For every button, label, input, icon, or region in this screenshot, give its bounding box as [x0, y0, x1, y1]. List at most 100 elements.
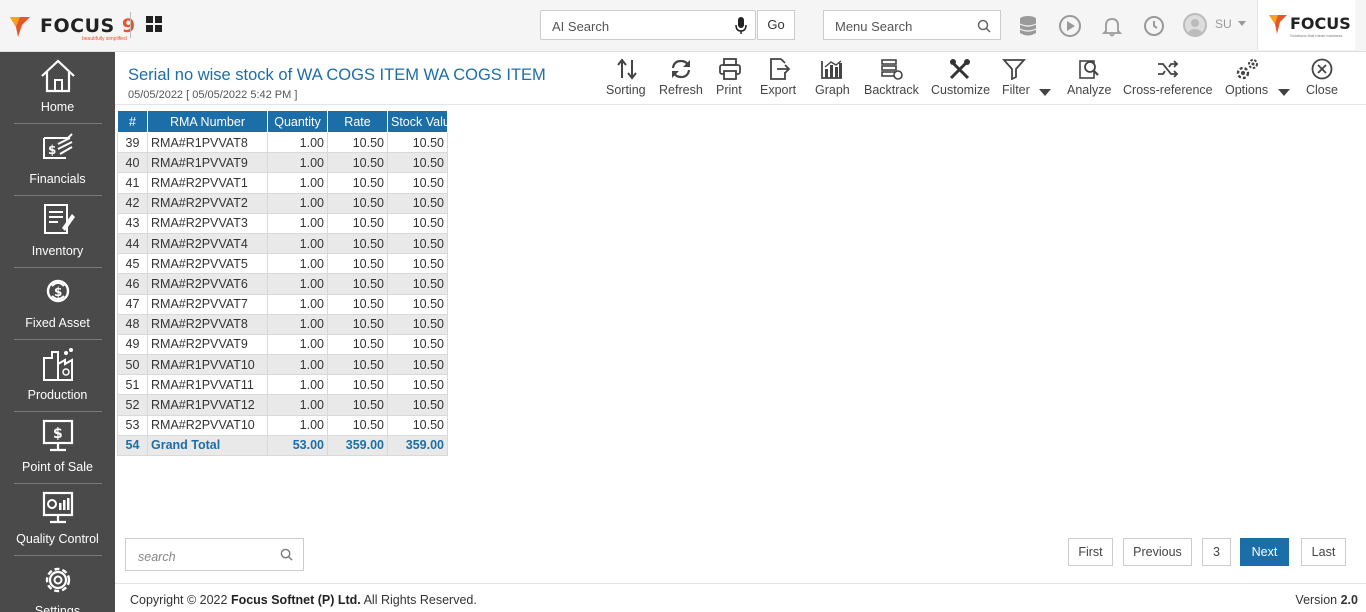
sidebar-item-inventory[interactable]: Inventory: [14, 196, 102, 268]
table-row[interactable]: 50 RMA#R1PVVAT10 1.00 10.50 10.50: [117, 354, 448, 376]
rma-number-cell: RMA#R2PVVAT9: [147, 333, 268, 356]
company-logo-text: FOCUS: [1290, 14, 1351, 33]
microphone-icon[interactable]: [735, 17, 747, 35]
row-index: 50: [117, 354, 148, 376]
user-initials[interactable]: SU: [1215, 17, 1232, 31]
row-index: 52: [117, 394, 148, 416]
row-index: 51: [117, 374, 148, 396]
sidebar-item-home[interactable]: Home: [14, 52, 102, 124]
total-stock-value-cell: 359.00: [387, 434, 448, 457]
sidebar-item-label: Financials: [29, 172, 86, 186]
table-row[interactable]: 42 RMA#R2PVVAT2 1.00 10.50 10.50: [117, 192, 448, 214]
row-index: 41: [117, 172, 148, 194]
menu-search-input[interactable]: Menu Search: [823, 10, 1001, 40]
export-button[interactable]: Export: [758, 56, 802, 100]
menu-search-placeholder: Menu Search: [835, 19, 913, 34]
sidebar-item-production[interactable]: Production: [14, 340, 102, 412]
table-row[interactable]: 46 RMA#R2PVVAT6 1.00 10.50 10.50: [117, 273, 448, 295]
table-row[interactable]: 48 RMA#R2PVVAT8 1.00 10.50 10.50: [117, 313, 448, 335]
column-header-rate[interactable]: Rate: [327, 110, 388, 133]
user-avatar[interactable]: [1183, 13, 1207, 37]
search-icon[interactable]: [280, 548, 293, 561]
main-content: Serial no wise stock of WA COGS ITEM WA …: [115, 52, 1366, 612]
ai-search-input[interactable]: AI Search: [540, 10, 756, 40]
chevron-down-icon[interactable]: [1238, 21, 1246, 26]
search-icon[interactable]: [977, 19, 991, 33]
column-header-rma-number[interactable]: RMA Number: [147, 110, 268, 133]
table-row[interactable]: 47 RMA#R2PVVAT7 1.00 10.50 10.50: [117, 293, 448, 315]
rma-number-cell: RMA#R2PVVAT2: [147, 192, 268, 214]
sidebar-item-financials[interactable]: $ Financials: [14, 124, 102, 196]
table-row[interactable]: 53 RMA#R2PVVAT10 1.00 10.50 10.50: [117, 414, 448, 436]
grand-total-row: 54 Grand Total 53.00 359.00 359.00: [117, 434, 448, 457]
notification-bell-icon[interactable]: [1099, 13, 1125, 39]
first-page-button[interactable]: First: [1068, 538, 1113, 566]
svg-text:$: $: [53, 426, 63, 442]
quantity-cell: 1.00: [267, 172, 328, 194]
printer-icon: [719, 58, 741, 80]
filter-dropdown-icon[interactable]: [1039, 89, 1051, 96]
next-page-button[interactable]: Next: [1240, 538, 1289, 566]
rate-cell: 10.50: [327, 152, 388, 174]
last-page-button[interactable]: Last: [1301, 538, 1346, 566]
refresh-button[interactable]: Refresh: [658, 56, 704, 100]
sidebar-item-fixed-asset[interactable]: $ Fixed Asset: [14, 268, 102, 340]
stock-value-cell: 10.50: [387, 374, 448, 396]
close-label: Close: [1306, 83, 1338, 97]
column-header-quantity[interactable]: Quantity: [267, 110, 328, 133]
filter-icon: [1002, 59, 1026, 80]
quantity-cell: 1.00: [267, 333, 328, 356]
sidebar: Home $ Financials Inventory $ Fixed Asse…: [0, 52, 115, 612]
row-index: 40: [117, 152, 148, 174]
table-row[interactable]: 40 RMA#R1PVVAT9 1.00 10.50 10.50: [117, 152, 448, 174]
ai-search-placeholder: AI Search: [552, 19, 610, 34]
go-button[interactable]: Go: [757, 10, 795, 40]
graph-button[interactable]: Graph: [814, 56, 852, 100]
column-header-index[interactable]: #: [117, 110, 148, 133]
rma-number-cell: RMA#R2PVVAT8: [147, 313, 268, 335]
rate-cell: 10.50: [327, 273, 388, 295]
focus9-logo[interactable]: FOCUS 9 beautifully simplified: [8, 10, 136, 42]
rma-number-cell: RMA#R2PVVAT4: [147, 232, 268, 255]
analyze-button[interactable]: Analyze: [1065, 56, 1113, 100]
sorting-button[interactable]: Sorting: [605, 56, 649, 100]
current-page-button[interactable]: 3: [1202, 538, 1231, 566]
print-button[interactable]: Print: [715, 56, 745, 100]
database-icon[interactable]: [1015, 13, 1041, 39]
rate-cell: 10.50: [327, 374, 388, 396]
table-row[interactable]: 45 RMA#R2PVVAT5 1.00 10.50 10.50: [117, 253, 448, 275]
row-index: 39: [117, 131, 148, 154]
options-button[interactable]: Options: [1225, 56, 1295, 100]
table-search-input[interactable]: search: [125, 538, 304, 571]
sidebar-item-quality-control[interactable]: Quality Control: [14, 484, 102, 556]
table-row[interactable]: 51 RMA#R1PVVAT11 1.00 10.50 10.50: [117, 374, 448, 396]
apps-grid-icon[interactable]: [145, 15, 163, 33]
analyze-label: Analyze: [1067, 83, 1112, 97]
quantity-cell: 1.00: [267, 293, 328, 315]
table-row[interactable]: 49 RMA#R2PVVAT9 1.00 10.50 10.50: [117, 333, 448, 356]
table-row[interactable]: 39 RMA#R1PVVAT8 1.00 10.50 10.50: [117, 131, 448, 154]
history-icon[interactable]: [1141, 13, 1167, 39]
options-dropdown-icon[interactable]: [1278, 89, 1290, 96]
table-row[interactable]: 52 RMA#R1PVVAT12 1.00 10.50 10.50: [117, 394, 448, 416]
previous-page-button[interactable]: Previous: [1123, 538, 1192, 566]
rma-number-cell: RMA#R1PVVAT9: [147, 152, 268, 174]
sidebar-item-settings[interactable]: Settings: [14, 556, 102, 612]
column-header-stock-value[interactable]: Stock Value: [387, 110, 448, 133]
table-row[interactable]: 44 RMA#R2PVVAT4 1.00 10.50 10.50: [117, 232, 448, 255]
gears-icon: [1236, 59, 1258, 80]
table-row[interactable]: 41 RMA#R2PVVAT1 1.00 10.50 10.50: [117, 172, 448, 194]
sort-icon: [617, 58, 637, 80]
cross-reference-button[interactable]: Cross-reference: [1122, 56, 1214, 100]
sidebar-item-point-of-sale[interactable]: $ Point of Sale: [14, 412, 102, 484]
customize-button[interactable]: Customize: [929, 56, 991, 100]
export-label: Export: [760, 83, 797, 97]
close-button[interactable]: Close: [1304, 56, 1340, 100]
inventory-icon: [44, 204, 75, 234]
filter-button[interactable]: Filter: [1000, 56, 1056, 100]
backtrack-button[interactable]: Backtrack: [862, 56, 920, 100]
svg-text:$: $: [54, 285, 62, 299]
play-icon[interactable]: [1057, 13, 1083, 39]
point-of-sale-icon: $: [42, 419, 74, 452]
table-row[interactable]: 43 RMA#R2PVVAT3 1.00 10.50 10.50: [117, 212, 448, 234]
